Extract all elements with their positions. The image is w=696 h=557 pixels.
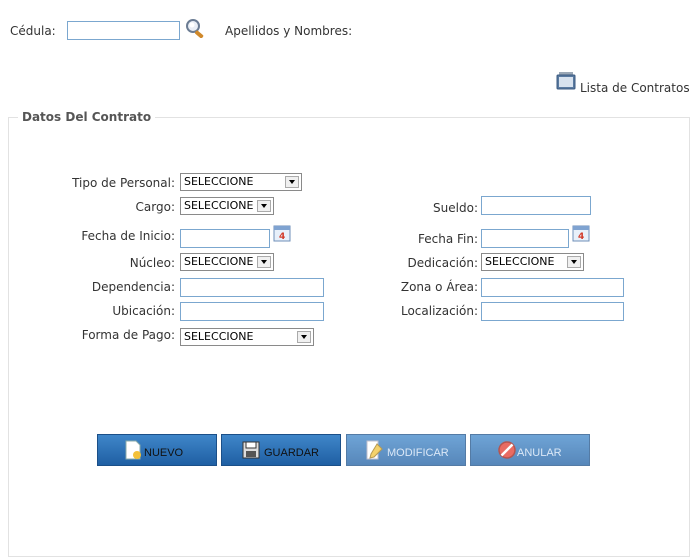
sueldo-label: Sueldo: (433, 201, 478, 215)
anular-button[interactable]: ANULAR (470, 434, 590, 466)
chevron-down-icon (285, 176, 299, 188)
cedula-label: Cédula: (10, 24, 56, 38)
svg-text:4: 4 (279, 232, 285, 242)
chevron-down-icon (257, 200, 271, 212)
calendar-icon[interactable]: 4 (273, 224, 291, 242)
dedicacion-select[interactable]: SELECCIONE (481, 253, 584, 271)
cargo-label: Cargo: (135, 200, 175, 214)
cargo-select[interactable]: SELECCIONE (180, 197, 274, 215)
nuevo-button[interactable]: NUEVO (97, 434, 217, 466)
guardar-button[interactable]: GUARDAR (221, 434, 341, 466)
tipo-personal-value: SELECCIONE (184, 175, 254, 188)
chevron-down-icon (567, 256, 581, 268)
dedicacion-value: SELECCIONE (485, 255, 555, 268)
fecha-fin-label: Fecha Fin: (417, 232, 478, 246)
lista-contratos-link[interactable]: Lista de Contratos (580, 81, 690, 95)
localizacion-input[interactable] (481, 302, 624, 321)
new-document-icon (124, 440, 142, 460)
dedicacion-label: Dedicación: (407, 256, 478, 270)
edit-icon (365, 440, 383, 460)
modificar-button[interactable]: MODIFICAR (346, 434, 466, 466)
zona-area-input[interactable] (481, 278, 624, 297)
cargo-value: SELECCIONE (184, 199, 254, 212)
guardar-label: GUARDAR (264, 447, 320, 459)
ubicacion-label: Ubicación: (112, 304, 175, 318)
localizacion-label: Localización: (400, 304, 478, 318)
fecha-inicio-label: Fecha de Inicio: (81, 229, 175, 243)
nombres-label: Apellidos y Nombres: (225, 24, 353, 38)
save-icon (242, 440, 260, 460)
forma-pago-select[interactable]: SELECCIONE (180, 328, 314, 346)
ubicacion-input[interactable] (180, 302, 324, 321)
cedula-input[interactable] (67, 21, 180, 40)
forma-pago-value: SELECCIONE (184, 330, 254, 343)
dependencia-input[interactable] (180, 278, 324, 297)
tipo-personal-label: Tipo de Personal: (72, 176, 175, 190)
section-title: Datos Del Contrato (18, 110, 156, 124)
sueldo-input[interactable] (481, 196, 591, 215)
chevron-down-icon (257, 256, 271, 268)
svg-text:4: 4 (578, 232, 584, 242)
modificar-label: MODIFICAR (387, 447, 449, 459)
calendar-icon[interactable]: 4 (572, 224, 590, 242)
tipo-personal-select[interactable]: SELECCIONE (180, 173, 302, 191)
nucleo-label: Núcleo: (129, 256, 175, 270)
search-icon[interactable] (185, 18, 207, 39)
nucleo-value: SELECCIONE (184, 255, 254, 268)
chevron-down-icon (297, 331, 311, 343)
folder-icon[interactable] (556, 70, 576, 90)
anular-label: ANULAR (517, 447, 562, 459)
fecha-inicio-input[interactable] (180, 229, 270, 248)
forma-pago-label: Forma de Pago: (81, 328, 175, 342)
fecha-fin-input[interactable] (481, 229, 569, 248)
dependencia-label: Dependencia: (91, 280, 175, 294)
zona-area-label: Zona o Área: (400, 280, 478, 294)
nucleo-select[interactable]: SELECCIONE (180, 253, 274, 271)
nuevo-label: NUEVO (144, 447, 184, 459)
cancel-icon (497, 440, 516, 460)
